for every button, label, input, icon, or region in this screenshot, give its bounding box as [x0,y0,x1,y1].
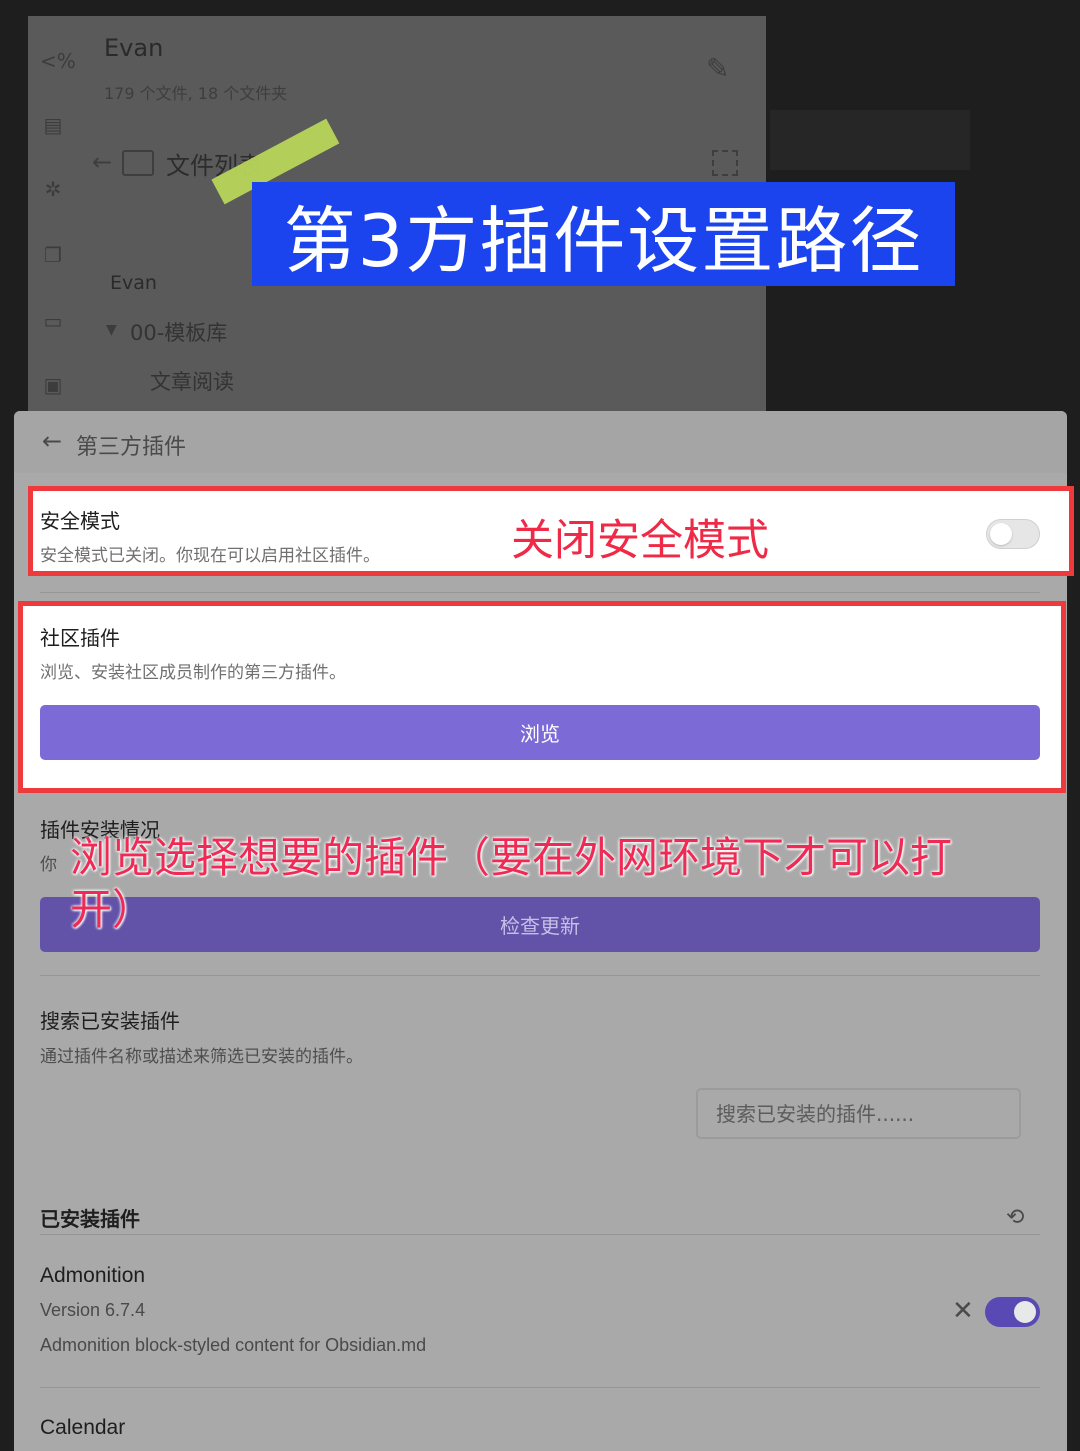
community-plugins-desc: 浏览、安装社区成员制作的第三方插件。 [40,663,346,683]
safe-mode-name: 安全模式 [40,509,120,533]
browse-annotation-line1: 浏览选择想要的插件（要在外网环境下才可以打 [70,833,953,882]
browse-annotation-line2: 开） [70,885,155,934]
divider [40,975,1040,976]
toggle-knob [990,523,1012,545]
modal-title: 第三方插件 [76,435,187,460]
left-ribbon: <% ▤ ✲ ❐ ▭ ▣ [28,16,80,416]
community-plugins-name: 社区插件 [40,626,120,650]
plugin-name: Admonition [40,1264,146,1287]
uninstall-icon[interactable]: ✕ [952,1296,974,1326]
divider [40,1234,1040,1235]
divider [40,1387,1040,1388]
plugin-name: Calendar [40,1416,126,1439]
code-icon[interactable]: <% [40,48,76,74]
installed-plugins-header: 已安装插件 [40,1207,140,1231]
copy-icon[interactable]: ❐ [40,242,66,268]
reload-icon[interactable]: ⟲ [1006,1205,1024,1230]
search-installed-desc: 通过插件名称或描述来筛选已安装的插件。 [40,1047,363,1067]
back-arrow-icon[interactable]: ← [42,427,62,455]
graph-icon[interactable]: ✲ [40,176,66,202]
chevron-down-icon[interactable]: ▼ [106,322,117,338]
divider [40,592,1040,593]
vault-meta: 179 个文件, 18 个文件夹 [104,84,288,103]
browse-button[interactable]: 浏览 [40,705,1040,760]
folder-icon [122,150,154,176]
red-frame [18,601,1066,793]
search-input[interactable] [696,1088,1021,1139]
title-text: 第3方插件设置路径 [283,198,924,283]
cards-icon[interactable]: ▭ [40,308,66,334]
expand-icon[interactable] [712,150,738,176]
plugin-toggle[interactable] [985,1297,1040,1327]
note-icon[interactable]: ▤ [40,112,66,138]
back-arrow-icon[interactable]: ← [92,148,112,176]
pin-icon[interactable]: ✎ [706,52,729,85]
tree-folder[interactable]: 00-模板库 [130,317,227,347]
tree-file[interactable]: 文章阅读 [150,366,234,396]
archive-icon[interactable]: ▣ [40,372,66,398]
tree-root[interactable]: Evan [110,272,157,294]
search-installed-name: 搜索已安装插件 [40,1009,180,1033]
install-status-desc: 你 [40,855,57,875]
vault-name: Evan [104,34,164,62]
plugin-desc: Admonition block-styled content for Obsi… [40,1335,427,1355]
safe-mode-annotation: 关闭安全模式 [511,516,769,566]
safe-mode-desc: 安全模式已关闭。你现在可以启用社区插件。 [40,546,380,566]
modal-header: ← 第三方插件 [14,411,1067,473]
plugin-version: Version 6.7.4 [40,1300,146,1320]
check-updates-button[interactable]: 检查更新 [40,897,1040,952]
title-banner: 第3方插件设置路径 [252,182,955,286]
toggle-knob [1014,1301,1036,1323]
safe-mode-toggle[interactable] [986,519,1040,549]
background-block [770,110,970,170]
